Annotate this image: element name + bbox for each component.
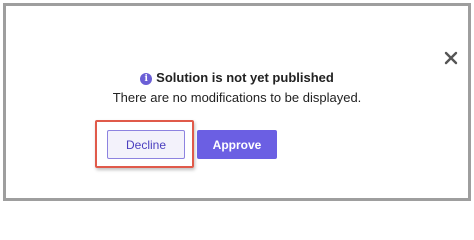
dialog-title-row: i Solution is not yet published <box>0 69 474 87</box>
close-icon <box>444 51 458 65</box>
dialog-message: There are no modifications to be display… <box>112 90 362 105</box>
dialog-title: Solution is not yet published <box>156 70 334 85</box>
close-button[interactable] <box>441 48 461 68</box>
info-icon: i <box>140 73 153 85</box>
decline-button[interactable]: Decline <box>107 130 185 159</box>
approve-button[interactable]: Approve <box>197 130 277 159</box>
